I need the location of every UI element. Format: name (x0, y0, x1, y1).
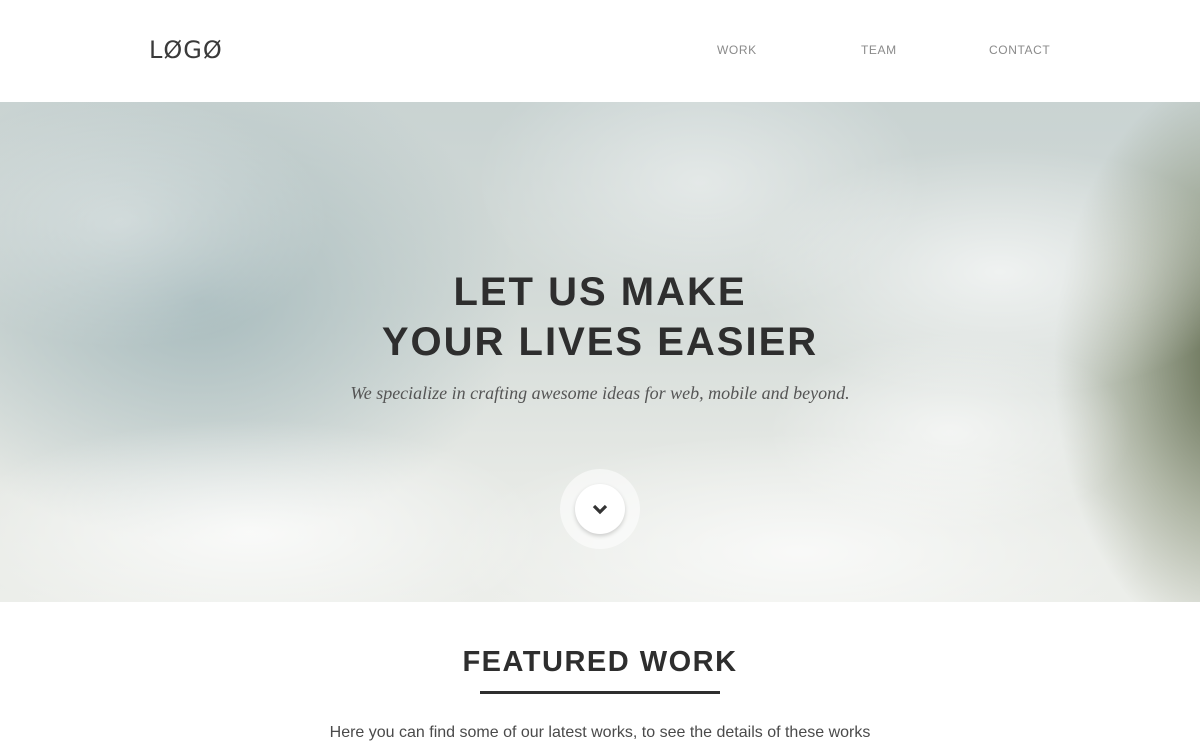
nav-item-work[interactable]: WORK (717, 42, 757, 58)
title-underline (480, 691, 720, 694)
nav-item-contact[interactable]: CONTACT (989, 42, 1050, 58)
featured-work-title: FEATURED WORK (462, 646, 738, 678)
nav-item-team[interactable]: TEAM (861, 42, 897, 58)
hero-section: LET US MAKE YOUR LIVES EASIER We special… (0, 102, 1200, 602)
site-header: LØGØ WORK TEAM CONTACT (0, 0, 1200, 102)
logo[interactable]: LØGØ (149, 36, 223, 64)
featured-work-description: Here you can find some of our latest wor… (329, 724, 871, 741)
hero-title-line-1: LET US MAKE (453, 270, 747, 314)
hero-subtitle: We specialize in crafting awesome ideas … (350, 383, 850, 403)
chevron-down-icon (592, 504, 608, 515)
hero-title: LET US MAKE YOUR LIVES EASIER (0, 267, 1200, 367)
hero-title-line-2: YOUR LIVES EASIER (381, 320, 819, 364)
scroll-down-button[interactable] (575, 484, 625, 534)
